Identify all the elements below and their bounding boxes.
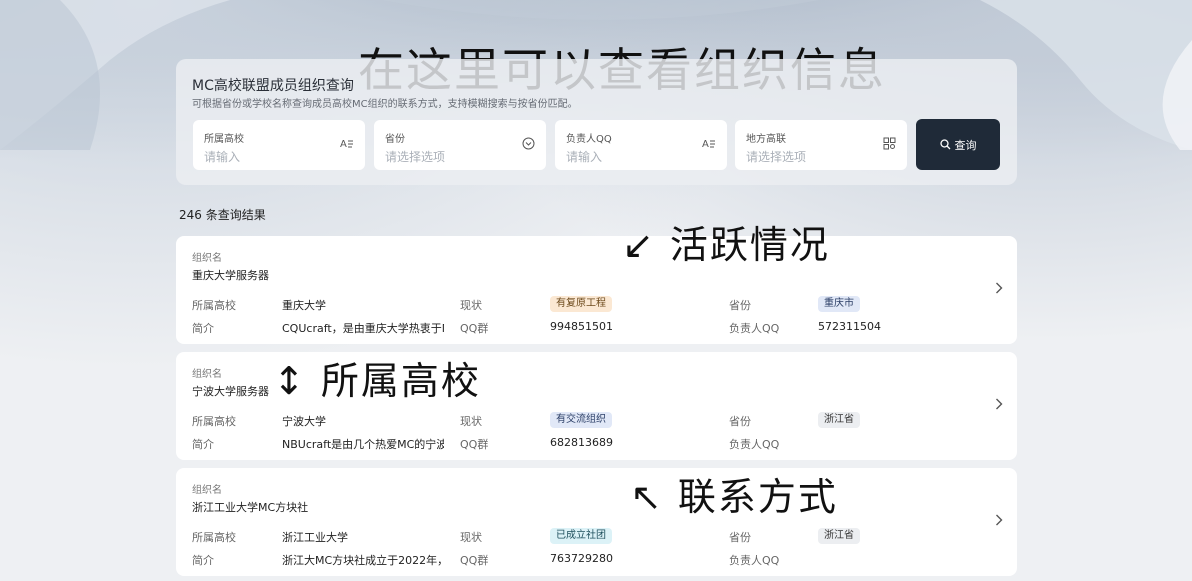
field-placeholder: 请输入 — [566, 150, 603, 164]
leader-qq-value: 572311504 — [818, 320, 881, 333]
intro-label: 简介 — [192, 438, 214, 451]
province-badge: 重庆市 — [818, 296, 860, 312]
field-placeholder: 请选择选项 — [746, 150, 807, 164]
status-label: 现状 — [460, 415, 482, 428]
intro-value: CQUcraft，是由重庆大学热衷于Minec — [282, 322, 444, 335]
org-name-label: 组织名 — [192, 253, 222, 264]
leader-qq-input[interactable]: 负责人QQ 请输入 A — [555, 120, 727, 170]
panel-subtitle: 可根据省份或学校名称查询成员高校MC组织的联系方式，支持模糊搜索与按省份匹配。 — [192, 99, 578, 110]
province-label: 省份 — [729, 531, 751, 544]
annotation-activity: ↙ 活跃情况 — [622, 223, 830, 267]
search-button[interactable]: 查询 — [916, 119, 1000, 170]
intro-value: 浙江大MC方块社成立于2022年，目前 — [282, 554, 444, 567]
org-name: 重庆大学服务器 — [192, 269, 269, 282]
field-label: 省份 — [385, 134, 405, 145]
chevron-right-icon[interactable] — [995, 514, 1003, 530]
school-value: 浙江工业大学 — [282, 531, 348, 544]
status-badge: 有交流组织 — [550, 412, 612, 428]
field-label: 地方高联 — [746, 134, 786, 145]
school-value: 重庆大学 — [282, 299, 326, 312]
region-alliance-select[interactable]: 地方高联 请选择选项 — [735, 120, 907, 170]
intro-label: 简介 — [192, 322, 214, 335]
province-label: 省份 — [729, 415, 751, 428]
status-badge: 已成立社团 — [550, 528, 612, 544]
field-label: 负责人QQ — [566, 134, 612, 145]
text-filter-icon: A — [701, 137, 717, 153]
chevron-right-icon[interactable] — [995, 398, 1003, 414]
chevron-right-icon[interactable] — [995, 282, 1003, 298]
chevron-down-circle-icon — [520, 137, 536, 153]
annotation-school: ↕ 所属高校 — [273, 359, 481, 403]
province-label: 省份 — [729, 299, 751, 312]
leader-qq-label: 负责人QQ — [729, 554, 780, 567]
result-count: 246 条查询结果 — [179, 208, 266, 222]
panel-title: MC高校联盟成员组织查询 — [192, 78, 354, 94]
school-input[interactable]: 所属高校 请输入 A — [193, 120, 365, 170]
org-card[interactable]: 组织名 浙江工业大学MC方块社 所属高校 浙江工业大学 现状 已成立社团 省份 … — [176, 468, 1017, 576]
leader-qq-label: 负责人QQ — [729, 438, 780, 451]
school-label: 所属高校 — [192, 415, 236, 428]
org-name: 浙江工业大学MC方块社 — [192, 501, 309, 514]
province-badge: 浙江省 — [818, 412, 860, 428]
text-filter-icon: A — [339, 137, 355, 153]
org-card[interactable]: 组织名 重庆大学服务器 所属高校 重庆大学 现状 有复原工程 省份 重庆市 简介… — [176, 236, 1017, 344]
qq-group-value: 763729280 — [550, 552, 613, 565]
svg-text:A: A — [702, 139, 709, 149]
intro-label: 简介 — [192, 554, 214, 567]
org-name-label: 组织名 — [192, 369, 222, 380]
school-label: 所属高校 — [192, 531, 236, 544]
school-label: 所属高校 — [192, 299, 236, 312]
qq-group-label: QQ群 — [460, 438, 489, 451]
annotation-contact: ↖ 联系方式 — [630, 475, 838, 519]
school-value: 宁波大学 — [282, 415, 326, 428]
province-select[interactable]: 省份 请选择选项 — [374, 120, 546, 170]
search-icon — [939, 139, 950, 150]
grid-search-icon — [881, 137, 897, 153]
qq-group-label: QQ群 — [460, 322, 489, 335]
search-button-label: 查询 — [954, 138, 977, 152]
status-label: 现状 — [460, 299, 482, 312]
org-name-label: 组织名 — [192, 485, 222, 496]
qq-group-label: QQ群 — [460, 554, 489, 567]
org-name: 宁波大学服务器 — [192, 385, 269, 398]
leader-qq-label: 负责人QQ — [729, 322, 780, 335]
qq-group-value: 682813689 — [550, 436, 613, 449]
province-badge: 浙江省 — [818, 528, 860, 544]
qq-group-value: 994851501 — [550, 320, 613, 333]
field-placeholder: 请输入 — [204, 150, 241, 164]
status-label: 现状 — [460, 531, 482, 544]
field-label: 所属高校 — [204, 134, 244, 145]
status-badge: 有复原工程 — [550, 296, 612, 312]
field-placeholder: 请选择选项 — [385, 150, 446, 164]
search-panel: MC高校联盟成员组织查询 可根据省份或学校名称查询成员高校MC组织的联系方式，支… — [176, 59, 1017, 185]
svg-text:A: A — [340, 139, 347, 149]
intro-value: NBUcraft是由几个热爱MC的宁波大学 — [282, 438, 444, 451]
